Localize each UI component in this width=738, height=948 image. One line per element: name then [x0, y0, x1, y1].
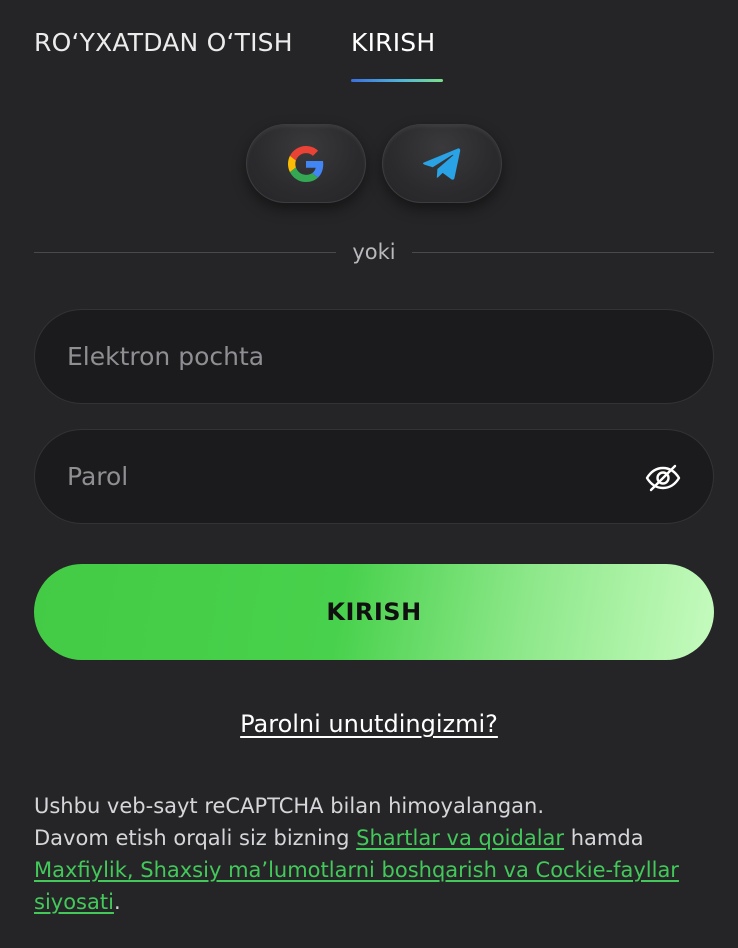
forgot-password: Parolni unutdingizmi?: [0, 710, 738, 738]
active-tab-indicator: [351, 79, 443, 82]
consent-suffix: hamda: [564, 826, 644, 850]
consent-prefix: Davom etish orqali siz bizning: [34, 826, 357, 850]
eye-slash-icon[interactable]: [645, 460, 681, 496]
login-submit-button[interactable]: KIRISH: [34, 564, 714, 660]
terms-link[interactable]: Shartlar va qoidalar: [356, 826, 564, 850]
telegram-icon: [423, 147, 461, 181]
legal-notice: Ushbu veb-sayt reCAPTCHA bilan himoyalan…: [34, 790, 724, 918]
password-input[interactable]: [35, 430, 713, 523]
divider-line-right: [412, 252, 714, 253]
email-input[interactable]: [35, 310, 713, 403]
recaptcha-notice: Ushbu veb-sayt reCAPTCHA bilan himoyalan…: [34, 794, 545, 818]
forgot-password-link[interactable]: Parolni unutdingizmi?: [240, 710, 498, 738]
privacy-policy-link[interactable]: Maxfiylik, Shaxsiy ma’lumotlarni boshqar…: [34, 858, 679, 914]
social-login-group: [246, 124, 502, 203]
tab-register[interactable]: RO‘YXATDAN O‘TISH: [34, 28, 293, 57]
auth-page: RO‘YXATDAN O‘TISH KIRISH yoki Elektron p…: [0, 0, 738, 948]
tab-login[interactable]: KIRISH: [351, 28, 435, 57]
legal-end: .: [113, 890, 121, 914]
or-divider: yoki: [34, 238, 714, 268]
google-login-button[interactable]: [246, 124, 366, 203]
email-field: [34, 309, 714, 404]
telegram-login-button[interactable]: [382, 124, 502, 203]
auth-tabs: RO‘YXATDAN O‘TISH KIRISH: [34, 28, 738, 84]
password-field: [34, 429, 714, 524]
google-icon: [288, 145, 324, 182]
